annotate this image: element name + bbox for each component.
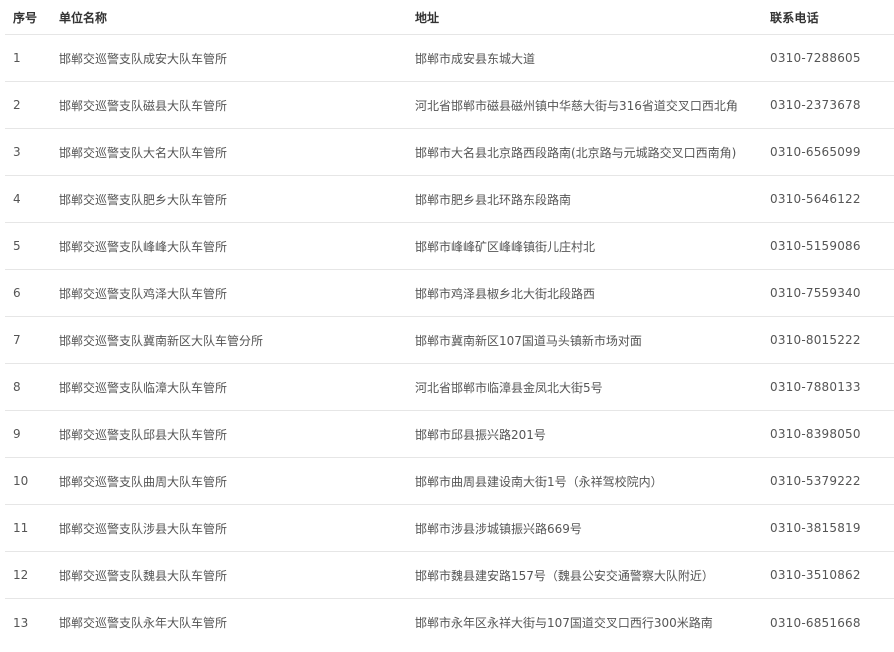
- header-name: 单位名称: [59, 10, 108, 25]
- cell-phone: 0310-5646122: [770, 192, 861, 206]
- cell-address: 河北省邯郸市临漳县金凤北大街5号: [415, 380, 603, 395]
- table-row: 10 邯郸交巡警支队曲周大队车管所 邯郸市曲周县建设南大街1号（永祥驾校院内） 031…: [5, 458, 894, 505]
- cell-address: 邯郸市鸡泽县椒乡北大街北段路西: [415, 286, 596, 301]
- cell-address: 邯郸市魏县建安路157号（魏县公安交通警察大队附近）: [415, 568, 714, 583]
- table-row: 3 邯郸交巡警支队大名大队车管所 邯郸市大名县北京路西段路南(北京路与元城路交叉口西…: [5, 129, 894, 176]
- cell-name: 邯郸交巡警支队魏县大队车管所: [59, 568, 228, 583]
- cell-address: 邯郸市肥乡县北环路东段路南: [415, 192, 572, 207]
- cell-address: 邯郸市冀南新区107国道马头镇新市场对面: [415, 333, 642, 348]
- cell-name: 邯郸交巡警支队邱县大队车管所: [59, 427, 228, 442]
- cell-address: 邯郸市邱县振兴路201号: [415, 427, 546, 442]
- cell-name: 邯郸交巡警支队大名大队车管所: [59, 145, 228, 160]
- header-address: 地址: [415, 10, 440, 25]
- cell-address: 邯郸市曲周县建设南大街1号（永祥驾校院内）: [415, 474, 663, 489]
- table-row: 4 邯郸交巡警支队肥乡大队车管所 邯郸市肥乡县北环路东段路南 0310-5646122: [5, 176, 894, 223]
- cell-phone: 0310-3815819: [770, 521, 861, 535]
- table-row: 12 邯郸交巡警支队魏县大队车管所 邯郸市魏县建安路157号（魏县公安交通警察大队附…: [5, 552, 894, 599]
- vehicle-office-table: 序号 单位名称 地址 联系电话 1 邯郸交巡警支队成安大队车管所 邯郸市成安县东城大…: [5, 0, 894, 646]
- cell-no: 3: [13, 145, 21, 159]
- table-row: 6 邯郸交巡警支队鸡泽大队车管所 邯郸市鸡泽县椒乡北大街北段路西 0310-75593…: [5, 270, 894, 317]
- cell-phone: 0310-5379222: [770, 474, 861, 488]
- cell-phone: 0310-8015222: [770, 333, 861, 347]
- cell-phone: 0310-6851668: [770, 615, 861, 630]
- cell-name: 邯郸交巡警支队肥乡大队车管所: [59, 192, 228, 207]
- header-phone: 联系电话: [770, 10, 819, 25]
- cell-no: 5: [13, 239, 21, 253]
- cell-address: 邯郸市永年区永祥大街与107国道交叉口西行300米路南: [415, 616, 713, 630]
- cell-no: 1: [13, 51, 21, 65]
- cell-name: 邯郸交巡警支队永年大队车管所: [59, 616, 228, 630]
- cell-no: 2: [13, 98, 21, 112]
- cell-phone: 0310-2373678: [770, 98, 861, 112]
- cell-phone: 0310-8398050: [770, 427, 861, 441]
- table-body: 1 邯郸交巡警支队成安大队车管所 邯郸市成安县东城大道 0310-7288605 2 邯郸…: [5, 35, 894, 646]
- cell-name: 邯郸交巡警支队临漳大队车管所: [59, 380, 228, 395]
- cell-no: 10: [13, 474, 29, 488]
- cell-address: 河北省邯郸市磁县磁州镇中华慈大街与316省道交叉口西北角: [415, 98, 738, 113]
- cell-name: 邯郸交巡警支队曲周大队车管所: [59, 474, 228, 489]
- cell-no: 6: [13, 286, 21, 300]
- table-row: 1 邯郸交巡警支队成安大队车管所 邯郸市成安县东城大道 0310-7288605: [5, 35, 894, 82]
- cell-name: 邯郸交巡警支队磁县大队车管所: [59, 98, 228, 113]
- table-row: 2 邯郸交巡警支队磁县大队车管所 河北省邯郸市磁县磁州镇中华慈大街与316省道交叉口…: [5, 82, 894, 129]
- cell-name: 邯郸交巡警支队峰峰大队车管所: [59, 239, 228, 254]
- header-no: 序号: [13, 10, 38, 25]
- cell-phone: 0310-7288605: [770, 51, 861, 65]
- cell-phone: 0310-5159086: [770, 239, 861, 253]
- table-row: 8 邯郸交巡警支队临漳大队车管所 河北省邯郸市临漳县金凤北大街5号 0310-7880…: [5, 364, 894, 411]
- cell-no: 12: [13, 568, 29, 582]
- cell-name: 邯郸交巡警支队成安大队车管所: [59, 51, 228, 66]
- cell-address: 邯郸市成安县东城大道: [415, 51, 536, 66]
- cell-address: 邯郸市涉县涉城镇振兴路669号: [415, 521, 582, 536]
- cell-name: 邯郸交巡警支队鸡泽大队车管所: [59, 286, 228, 301]
- table-row: 5 邯郸交巡警支队峰峰大队车管所 邯郸市峰峰矿区峰峰镇街儿庄村北 0310-51590…: [5, 223, 894, 270]
- cell-no: 9: [13, 427, 21, 441]
- cell-phone: 0310-3510862: [770, 568, 861, 582]
- table-header-row: 序号 单位名称 地址 联系电话: [5, 0, 894, 35]
- table-row: 9 邯郸交巡警支队邱县大队车管所 邯郸市邱县振兴路201号 0310-8398050: [5, 411, 894, 458]
- cell-name: 邯郸交巡警支队涉县大队车管所: [59, 521, 228, 536]
- cell-phone: 0310-7559340: [770, 286, 861, 300]
- cell-no: 7: [13, 333, 21, 347]
- cell-no: 8: [13, 380, 21, 394]
- cell-address: 邯郸市峰峰矿区峰峰镇街儿庄村北: [415, 239, 596, 254]
- cell-no: 4: [13, 192, 21, 206]
- table-row: 7 邯郸交巡警支队冀南新区大队车管分所 邯郸市冀南新区107国道马头镇新市场对面 03…: [5, 317, 894, 364]
- cell-no: 13: [13, 615, 29, 630]
- cell-address: 邯郸市大名县北京路西段路南(北京路与元城路交叉口西南角): [415, 145, 737, 160]
- table-row: 11 邯郸交巡警支队涉县大队车管所 邯郸市涉县涉城镇振兴路669号 0310-3815…: [5, 505, 894, 552]
- cell-phone: 0310-7880133: [770, 380, 861, 394]
- cell-name: 邯郸交巡警支队冀南新区大队车管分所: [59, 333, 264, 348]
- table-row: 13 邯郸交巡警支队永年大队车管所 邯郸市永年区永祥大街与107国道交叉口西行300…: [5, 599, 894, 646]
- cell-no: 11: [13, 521, 29, 535]
- cell-phone: 0310-6565099: [770, 145, 861, 159]
